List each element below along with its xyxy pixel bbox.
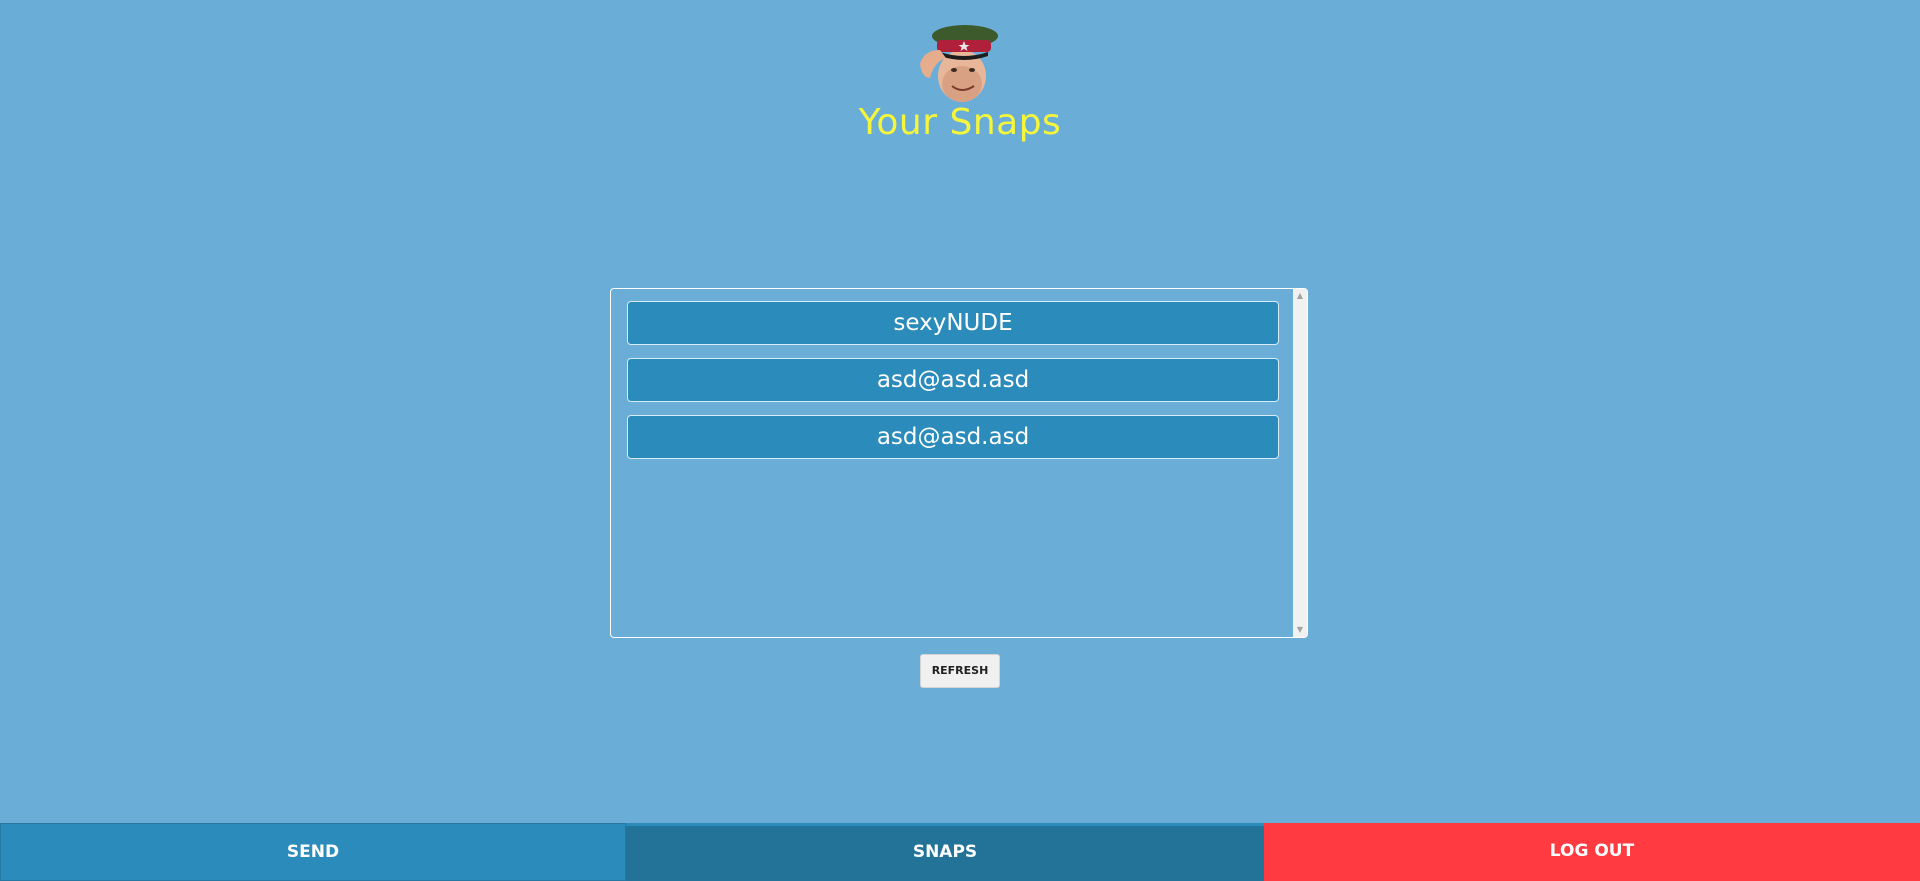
page-title: Your Snaps <box>858 102 1062 143</box>
list-item[interactable]: asd@asd.asd <box>627 358 1279 402</box>
bottom-nav: SEND SNAPS LOG OUT <box>0 823 1920 881</box>
list-item[interactable]: asd@asd.asd <box>627 415 1279 459</box>
scrollbar[interactable]: ▲ ▼ <box>1293 289 1307 637</box>
scroll-up-arrow-icon[interactable]: ▲ <box>1293 289 1307 303</box>
avatar <box>918 24 1000 106</box>
refresh-button[interactable]: REFRESH <box>920 654 1000 688</box>
list-item[interactable]: sexyNUDE <box>627 301 1279 345</box>
logout-button[interactable]: LOG OUT <box>1264 823 1920 881</box>
scroll-down-arrow-icon[interactable]: ▼ <box>1293 623 1307 637</box>
saluting-soldier-avatar-icon <box>920 25 998 102</box>
snap-items: sexyNUDE asd@asd.asd asd@asd.asd <box>627 301 1279 472</box>
send-tab[interactable]: SEND <box>0 823 626 881</box>
snaps-tab[interactable]: SNAPS <box>626 823 1264 881</box>
snap-list[interactable]: sexyNUDE asd@asd.asd asd@asd.asd ▲ ▼ <box>610 288 1308 638</box>
